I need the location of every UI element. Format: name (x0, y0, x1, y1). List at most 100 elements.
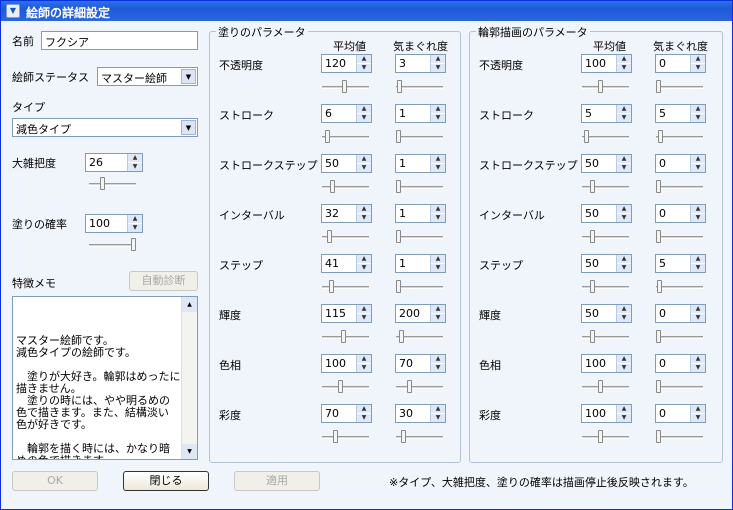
paint-mean-slider[interactable] (322, 280, 369, 294)
paint-mean-spinner[interactable]: 50 ▲ ▼ (321, 154, 372, 173)
spin-down-icon[interactable]: ▼ (617, 214, 631, 222)
paint-mean-slider[interactable] (322, 130, 369, 144)
slider-thumb[interactable] (100, 177, 105, 190)
spin-down-icon[interactable]: ▼ (691, 264, 705, 272)
paint-var-slider[interactable] (396, 430, 443, 444)
type-select[interactable]: 減色タイプ ▼ (12, 118, 198, 137)
spin-down-icon[interactable]: ▼ (128, 224, 142, 232)
spin-down-icon[interactable]: ▼ (357, 114, 371, 122)
memo-textarea[interactable]: ▲ ▼ マスター絵師です。 減色タイプの絵師です。 塗りが大好き。輪郭はめったに描… (12, 296, 198, 460)
slider-thumb[interactable] (656, 380, 661, 393)
spin-down-icon[interactable]: ▼ (691, 64, 705, 72)
paint-mean-spinner[interactable]: 6 ▲ ▼ (321, 104, 372, 123)
paint-mean-slider[interactable] (322, 430, 369, 444)
slider-thumb[interactable] (131, 238, 136, 251)
spin-down-icon[interactable]: ▼ (357, 164, 371, 172)
spin-down-icon[interactable]: ▼ (431, 264, 445, 272)
spin-up-icon[interactable]: ▲ (691, 305, 705, 313)
paint-mean-slider[interactable] (322, 80, 369, 94)
spin-up-icon[interactable]: ▲ (617, 405, 631, 413)
spin-down-icon[interactable]: ▼ (357, 364, 371, 372)
paint-mean-spinner[interactable]: 32 ▲ ▼ (321, 204, 372, 223)
status-select[interactable]: マスター絵師 ▼ (97, 67, 198, 86)
paint-var-slider[interactable] (396, 230, 443, 244)
slider-thumb[interactable] (396, 180, 401, 193)
slider-thumb[interactable] (327, 230, 332, 243)
outline-mean-slider[interactable] (582, 230, 629, 244)
spin-down-icon[interactable]: ▼ (617, 64, 631, 72)
spin-up-icon[interactable]: ▲ (357, 205, 371, 213)
paint-var-slider[interactable] (396, 180, 443, 194)
outline-var-spinner[interactable]: 0 ▲ ▼ (655, 304, 706, 323)
spin-down-icon[interactable]: ▼ (617, 364, 631, 372)
spin-down-icon[interactable]: ▼ (617, 114, 631, 122)
spin-down-icon[interactable]: ▼ (691, 164, 705, 172)
slider-thumb[interactable] (656, 80, 661, 93)
outline-var-spinner[interactable]: 0 ▲ ▼ (655, 204, 706, 223)
spin-down-icon[interactable]: ▼ (691, 364, 705, 372)
paint-var-spinner[interactable]: 3 ▲ ▼ (395, 54, 446, 73)
spin-down-icon[interactable]: ▼ (617, 314, 631, 322)
spin-up-icon[interactable]: ▲ (431, 155, 445, 163)
slider-thumb[interactable] (397, 80, 402, 93)
spin-up-icon[interactable]: ▲ (617, 155, 631, 163)
memo-scrollbar[interactable]: ▲ ▼ (181, 297, 197, 459)
spin-up-icon[interactable]: ▲ (357, 405, 371, 413)
outline-var-slider[interactable] (656, 130, 703, 144)
outline-mean-slider[interactable] (582, 280, 629, 294)
paint-var-slider[interactable] (396, 330, 443, 344)
paint-var-spinner[interactable]: 1 ▲ ▼ (395, 104, 446, 123)
slider-thumb[interactable] (590, 180, 595, 193)
outline-var-spinner[interactable]: 0 ▲ ▼ (655, 354, 706, 373)
spin-up-icon[interactable]: ▲ (617, 55, 631, 63)
spin-down-icon[interactable]: ▼ (617, 264, 631, 272)
scroll-down-icon[interactable]: ▼ (182, 444, 197, 459)
dropdown-arrow-icon[interactable]: ▼ (181, 69, 196, 84)
spin-up-icon[interactable]: ▲ (691, 355, 705, 363)
paint-var-spinner[interactable]: 1 ▲ ▼ (395, 204, 446, 223)
paint-mean-spinner[interactable]: 115 ▲ ▼ (321, 304, 372, 323)
paint-mean-slider[interactable] (322, 380, 369, 394)
slider-thumb[interactable] (658, 130, 663, 143)
outline-mean-slider[interactable] (582, 330, 629, 344)
slider-thumb[interactable] (656, 430, 661, 443)
spin-down-icon[interactable]: ▼ (431, 64, 445, 72)
outline-var-slider[interactable] (656, 380, 703, 394)
outline-var-spinner[interactable]: 5 ▲ ▼ (655, 254, 706, 273)
spin-down-icon[interactable]: ▼ (431, 164, 445, 172)
spin-up-icon[interactable]: ▲ (617, 255, 631, 263)
outline-var-slider[interactable] (656, 330, 703, 344)
spin-up-icon[interactable]: ▲ (357, 355, 371, 363)
slider-thumb[interactable] (399, 330, 404, 343)
spin-up-icon[interactable]: ▲ (691, 105, 705, 113)
slider-thumb[interactable] (598, 380, 603, 393)
spin-down-icon[interactable]: ▼ (431, 314, 445, 322)
slider-thumb[interactable] (333, 430, 338, 443)
scroll-up-icon[interactable]: ▲ (182, 297, 197, 312)
spin-down-icon[interactable]: ▼ (691, 314, 705, 322)
spin-up-icon[interactable]: ▲ (357, 105, 371, 113)
paint-mean-spinner[interactable]: 120 ▲ ▼ (321, 54, 372, 73)
spin-up-icon[interactable]: ▲ (617, 105, 631, 113)
roughness-slider[interactable] (89, 177, 136, 191)
slider-thumb[interactable] (590, 230, 595, 243)
outline-mean-slider[interactable] (582, 180, 629, 194)
spin-up-icon[interactable]: ▲ (431, 405, 445, 413)
slider-thumb[interactable] (338, 380, 343, 393)
spin-up-icon[interactable]: ▲ (128, 154, 142, 162)
outline-mean-spinner[interactable]: 50 ▲ ▼ (581, 204, 632, 223)
outline-var-slider[interactable] (656, 430, 703, 444)
spin-down-icon[interactable]: ▼ (431, 114, 445, 122)
outline-var-slider[interactable] (656, 230, 703, 244)
spin-up-icon[interactable]: ▲ (617, 355, 631, 363)
outline-mean-spinner[interactable]: 5 ▲ ▼ (581, 104, 632, 123)
spin-up-icon[interactable]: ▲ (691, 55, 705, 63)
spin-down-icon[interactable]: ▼ (617, 414, 631, 422)
slider-thumb[interactable] (396, 130, 401, 143)
auto-diagnose-button[interactable]: 自動診断 (129, 271, 198, 291)
spin-up-icon[interactable]: ▲ (691, 155, 705, 163)
paint-var-slider[interactable] (396, 130, 443, 144)
outline-mean-spinner[interactable]: 50 ▲ ▼ (581, 254, 632, 273)
outline-var-slider[interactable] (656, 280, 703, 294)
spin-up-icon[interactable]: ▲ (691, 405, 705, 413)
